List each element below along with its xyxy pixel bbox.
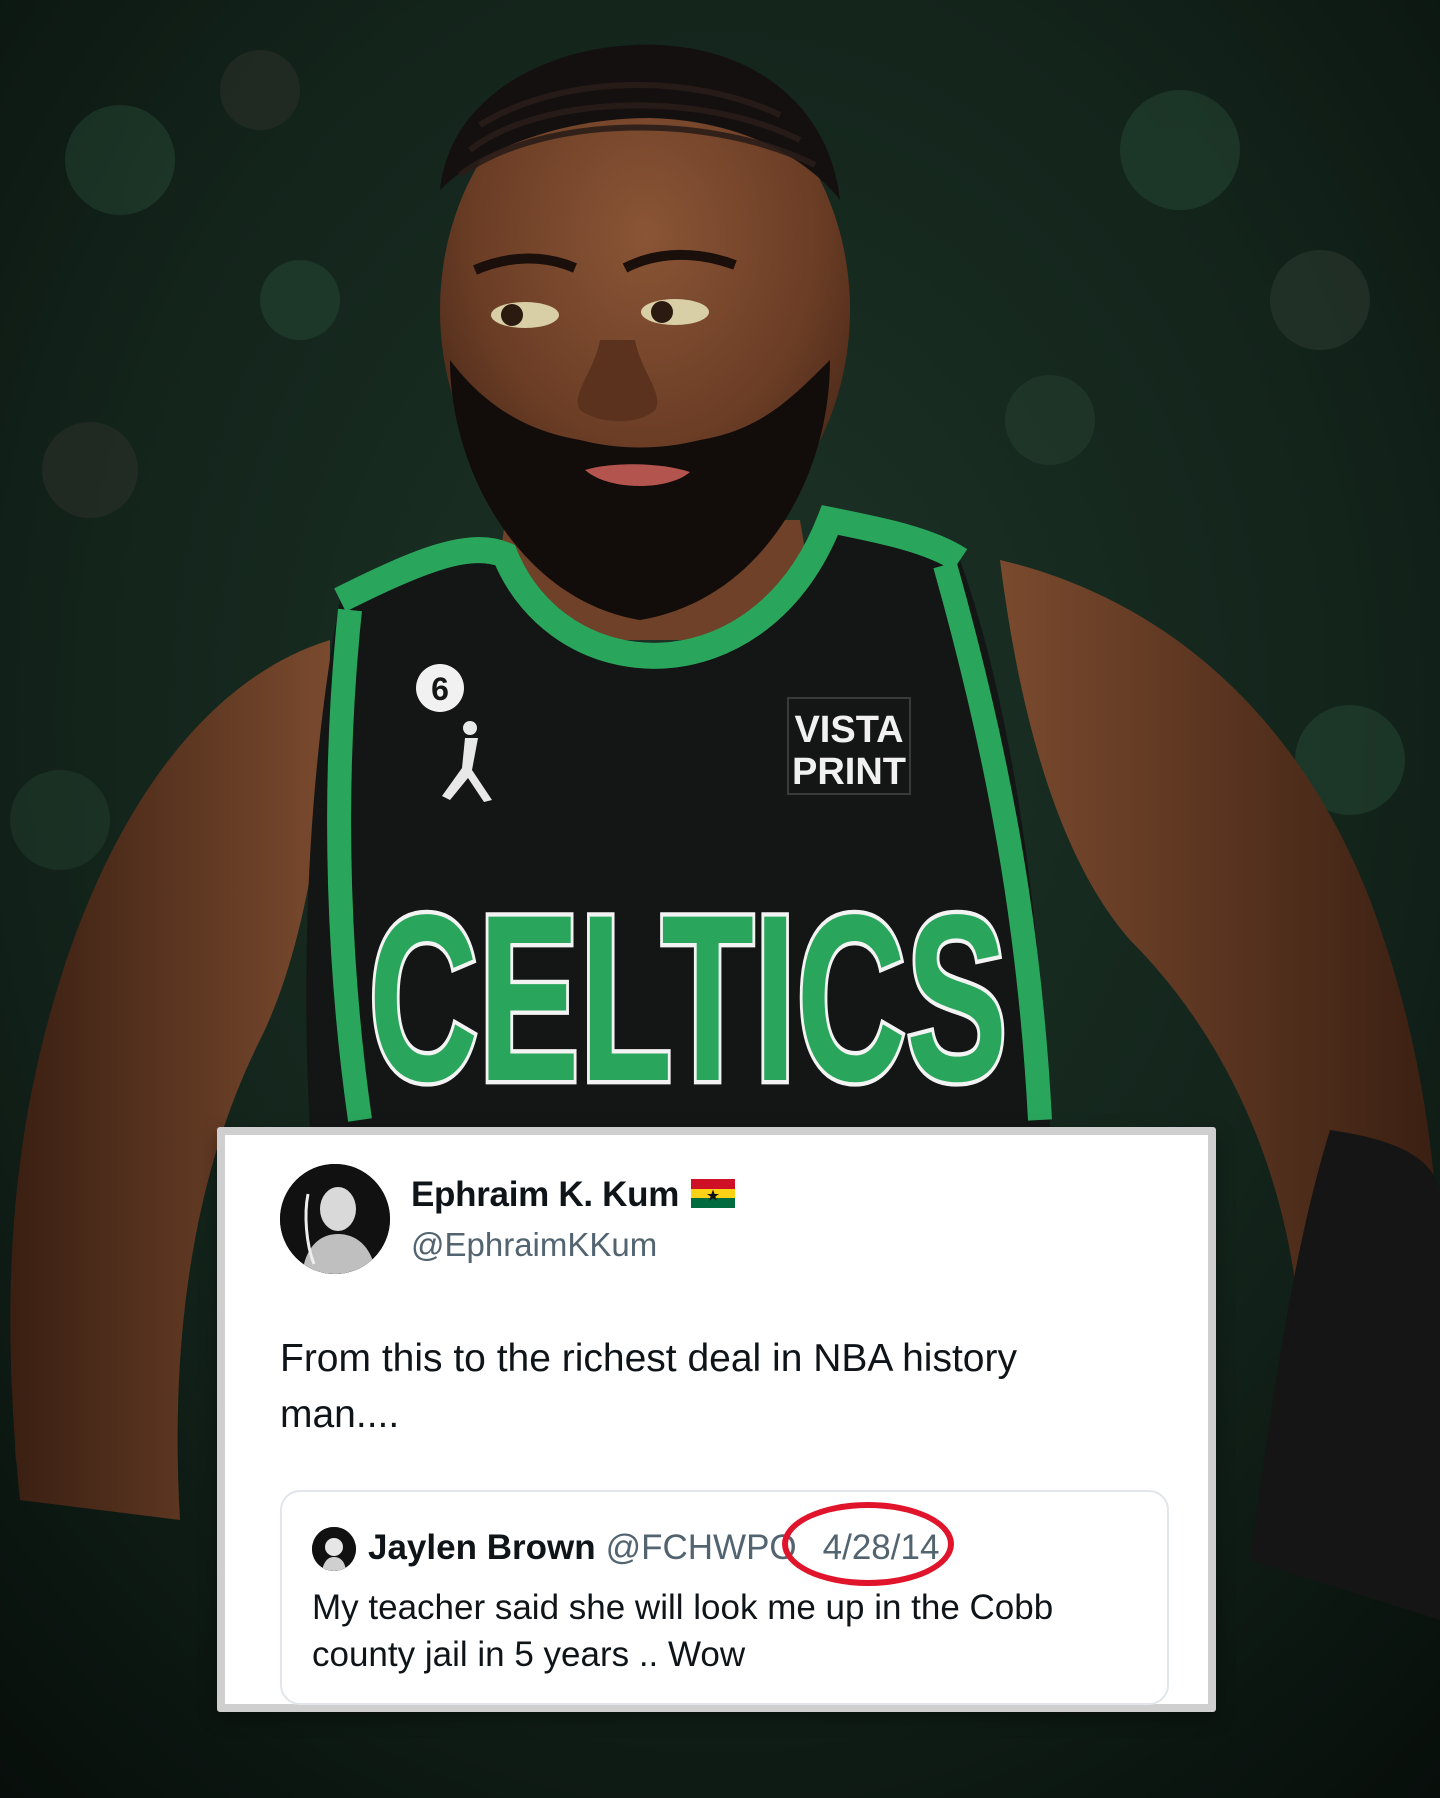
author-name-text: Ephraim K. Kum (411, 1175, 680, 1214)
quote-author-name[interactable]: Jaylen Brown (368, 1528, 596, 1567)
svg-text:6: 6 (431, 671, 449, 707)
red-highlight-circle (782, 1502, 954, 1586)
quote-avatar[interactable] (312, 1527, 356, 1571)
author-handle[interactable]: @EphraimKKum (411, 1226, 657, 1264)
svg-text:CELTICS: CELTICS (369, 867, 1008, 1131)
avatar-portrait-icon (312, 1527, 356, 1571)
ghana-flag-icon (691, 1179, 736, 1209)
tweet-card: Ephraim K. Kum @EphraimKKum From this to… (217, 1127, 1216, 1712)
quote-text: My teacher said she will look me up in t… (312, 1588, 1054, 1674)
tweet-text: From this to the richest deal in NBA his… (280, 1337, 1017, 1436)
avatar-portrait-icon (280, 1164, 390, 1274)
quoted-tweet[interactable]: Jaylen Brown @FCHWPO 4/28/14 My teacher sa… (280, 1490, 1169, 1705)
svg-text:VISTA: VISTA (794, 709, 903, 751)
svg-text:PRINT: PRINT (792, 751, 906, 793)
author-avatar[interactable] (280, 1164, 390, 1274)
author-name[interactable]: Ephraim K. Kum (411, 1175, 736, 1215)
quote-author-handle[interactable]: @FCHWPO (606, 1528, 797, 1567)
